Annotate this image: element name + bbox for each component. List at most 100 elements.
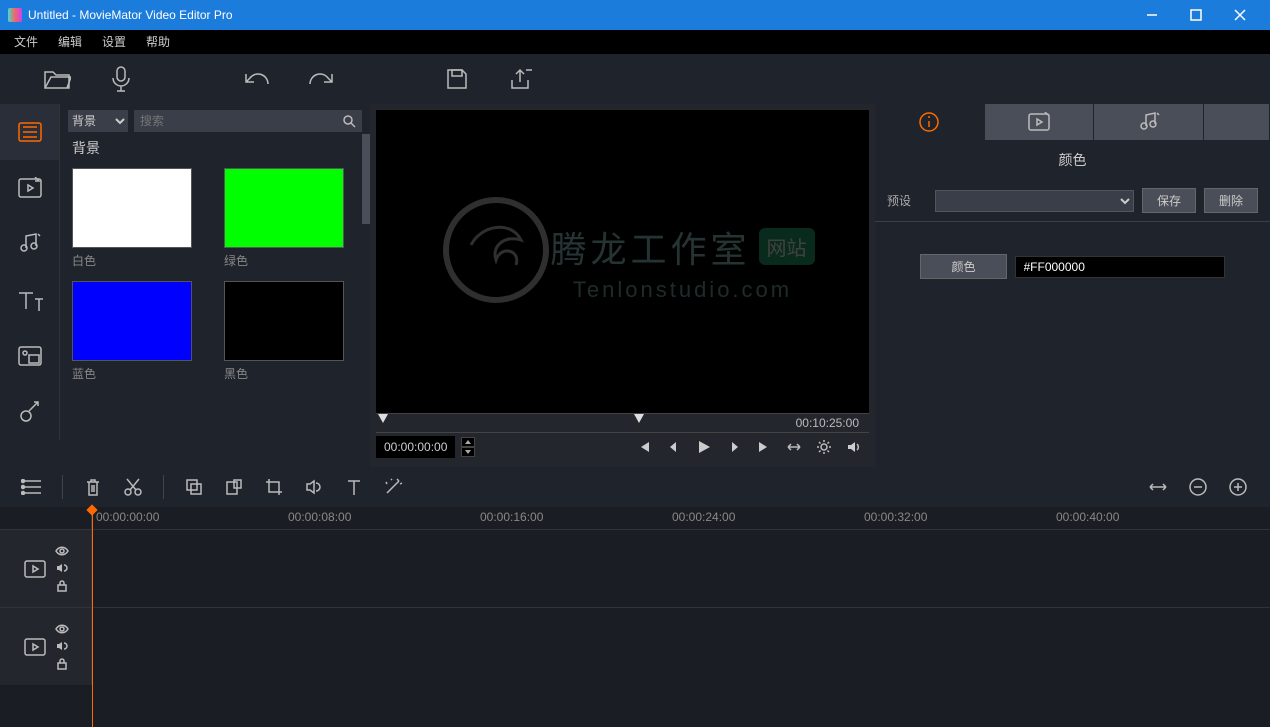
track-body[interactable] — [92, 608, 1270, 685]
watermark: 腾龙工作室网站 Tenlonstudio.com — [376, 110, 869, 413]
audio-icon[interactable] — [56, 562, 68, 574]
asset-filter-select[interactable]: 背景 — [68, 110, 128, 132]
zoom-in-button[interactable] — [1218, 478, 1258, 496]
track-header[interactable] — [0, 608, 92, 685]
window-title: Untitled - MovieMator Video Editor Pro — [28, 8, 1130, 22]
asset-scrollbar[interactable] — [362, 134, 370, 224]
preset-save-button[interactable]: 保存 — [1142, 188, 1196, 213]
open-button[interactable] — [30, 59, 84, 99]
ruler-tick: 00:00:24:00 — [672, 510, 735, 524]
track-row — [0, 607, 1270, 685]
in-marker-icon[interactable] — [378, 414, 388, 423]
lock-icon[interactable] — [57, 658, 67, 670]
timeline-menu-button[interactable] — [12, 479, 52, 495]
timeline-panel: 00:00:00:00 00:00:08:00 00:00:16:00 00:0… — [0, 467, 1270, 685]
paste-button[interactable] — [214, 478, 254, 496]
step-forward-button[interactable] — [719, 440, 749, 454]
visibility-icon[interactable] — [55, 624, 69, 634]
preview-screen[interactable]: 腾龙工作室网站 Tenlonstudio.com — [376, 110, 869, 413]
ruler-tick: 00:00:40:00 — [1056, 510, 1119, 524]
cut-button[interactable] — [113, 477, 153, 497]
volume-button[interactable] — [839, 440, 869, 454]
lock-icon[interactable] — [57, 580, 67, 592]
trim-bar[interactable]: 00:10:25:00 — [376, 413, 869, 433]
fit-zoom-button[interactable] — [1138, 481, 1178, 493]
app-logo-icon — [8, 8, 22, 22]
preview-panel: 腾龙工作室网站 Tenlonstudio.com 00:10:25:00 00:… — [370, 104, 875, 467]
playhead-icon[interactable] — [92, 507, 93, 727]
main-toolbar — [0, 54, 1270, 104]
ruler-tick: 00:00:32:00 — [864, 510, 927, 524]
skip-end-button[interactable] — [749, 440, 779, 454]
asset-blue[interactable]: 蓝色 — [72, 281, 206, 382]
side-tab-effects[interactable] — [0, 384, 60, 440]
inspector-tab-more[interactable] — [1204, 104, 1270, 140]
asset-green[interactable]: 绿色 — [224, 168, 358, 269]
inspector-tab-video[interactable] — [985, 104, 1095, 140]
out-marker-icon[interactable] — [634, 414, 644, 423]
timecode-down-button[interactable] — [461, 447, 475, 457]
menu-edit[interactable]: 编辑 — [48, 30, 92, 54]
minimize-button[interactable] — [1130, 0, 1174, 30]
asset-search[interactable] — [134, 110, 362, 132]
zoom-out-button[interactable] — [1178, 478, 1218, 496]
timecode-display[interactable]: 00:00:00:00 — [376, 436, 455, 458]
preset-label: 预设 — [887, 192, 927, 209]
text-button[interactable] — [334, 478, 374, 496]
mute-button[interactable] — [294, 479, 334, 495]
visibility-icon[interactable] — [55, 546, 69, 556]
search-icon — [342, 114, 356, 128]
titlebar: Untitled - MovieMator Video Editor Pro — [0, 0, 1270, 30]
inspector-tab-info[interactable] — [875, 104, 985, 140]
playback-bar: 00:00:00:00 — [376, 433, 869, 461]
record-voice-button[interactable] — [94, 59, 148, 99]
loop-button[interactable] — [779, 441, 809, 453]
play-button[interactable] — [689, 439, 719, 455]
search-input[interactable] — [140, 114, 342, 128]
video-track-icon — [23, 637, 47, 657]
ruler-tick: 00:00:08:00 — [288, 510, 351, 524]
menu-help[interactable]: 帮助 — [136, 30, 180, 54]
color-value-input[interactable] — [1015, 256, 1225, 278]
crop-button[interactable] — [254, 477, 294, 497]
track-body[interactable] — [92, 530, 1270, 607]
side-tab-audio[interactable] — [0, 216, 60, 272]
side-tab-text[interactable] — [0, 272, 60, 328]
inspector-panel: 颜色 预设 保存 删除 颜色 — [875, 104, 1270, 467]
video-track-icon — [23, 559, 47, 579]
side-tab-media[interactable] — [0, 104, 60, 160]
timeline-ruler[interactable]: 00:00:00:00 00:00:08:00 00:00:16:00 00:0… — [0, 507, 1270, 529]
preset-delete-button[interactable]: 删除 — [1204, 188, 1258, 213]
delete-button[interactable] — [73, 477, 113, 497]
step-back-button[interactable] — [659, 440, 689, 454]
ruler-tick: 00:00:00:00 — [96, 510, 159, 524]
color-picker-button[interactable]: 颜色 — [920, 254, 1006, 279]
redo-button[interactable] — [294, 59, 348, 99]
trim-end-time: 00:10:25:00 — [796, 416, 859, 430]
asset-white[interactable]: 白色 — [72, 168, 206, 269]
magic-button[interactable] — [374, 478, 414, 496]
save-button[interactable] — [430, 59, 484, 99]
asset-black[interactable]: 黑色 — [224, 281, 358, 382]
menu-file[interactable]: 文件 — [4, 30, 48, 54]
audio-icon[interactable] — [56, 640, 68, 652]
side-tab-pip[interactable] — [0, 328, 60, 384]
ruler-tick: 00:00:16:00 — [480, 510, 543, 524]
export-button[interactable] — [494, 59, 548, 99]
undo-button[interactable] — [230, 59, 284, 99]
side-tab-strip — [0, 104, 60, 467]
menu-bar: 文件 编辑 设置 帮助 — [0, 30, 1270, 54]
asset-heading: 背景 — [72, 138, 362, 158]
close-button[interactable] — [1218, 0, 1262, 30]
track-header[interactable] — [0, 530, 92, 607]
inspector-tab-audio[interactable] — [1094, 104, 1204, 140]
track-row — [0, 529, 1270, 607]
side-tab-video[interactable] — [0, 160, 60, 216]
skip-start-button[interactable] — [629, 440, 659, 454]
preset-select[interactable] — [935, 190, 1134, 212]
maximize-button[interactable] — [1174, 0, 1218, 30]
copy-button[interactable] — [174, 478, 214, 496]
menu-settings[interactable]: 设置 — [92, 30, 136, 54]
settings-button[interactable] — [809, 439, 839, 455]
timecode-up-button[interactable] — [461, 437, 475, 447]
